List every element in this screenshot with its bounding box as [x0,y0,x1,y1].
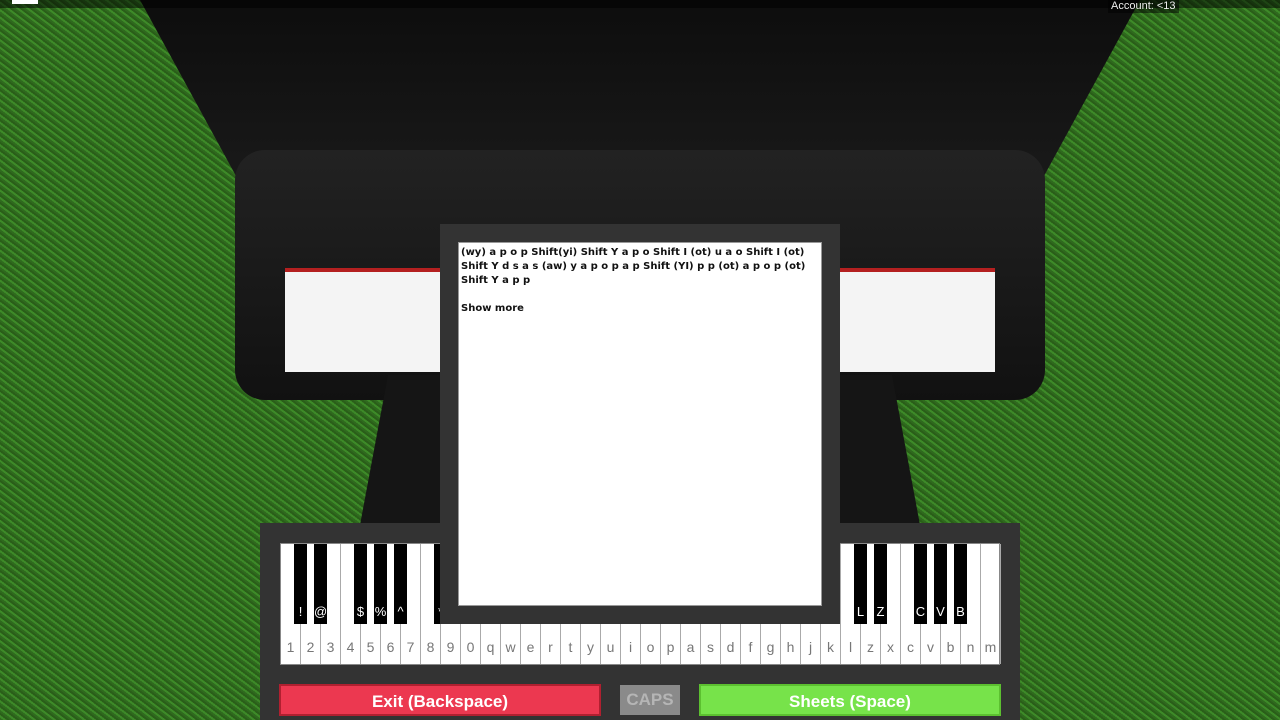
black-key[interactable]: @ [314,544,327,624]
menu-icon[interactable] [12,0,38,4]
top-bar [0,0,1280,8]
show-more-link[interactable]: Show more [461,302,819,316]
white-key[interactable]: m [981,544,1001,664]
black-key[interactable]: % [374,544,387,624]
sheets-button[interactable]: Sheets (Space) [699,684,1001,716]
sheet-content: (wy) a p o p Shift(yi) Shift Y a p o Shi… [458,242,822,606]
black-key[interactable]: B [954,544,967,624]
exit-button[interactable]: Exit (Backspace) [279,684,601,716]
black-key[interactable]: ^ [394,544,407,624]
caps-button[interactable]: CAPS [620,685,680,715]
account-label: Account: <13 [1108,0,1179,13]
sheet-notes: (wy) a p o p Shift(yi) Shift Y a p o Shi… [461,247,806,286]
black-key[interactable]: V [934,544,947,624]
black-key[interactable]: ! [294,544,307,624]
black-key[interactable]: Z [874,544,887,624]
piano-keys-left [285,268,445,372]
piano-keys-right [840,268,995,372]
black-key[interactable]: L [854,544,867,624]
black-key[interactable]: $ [354,544,367,624]
black-key[interactable]: C [914,544,927,624]
